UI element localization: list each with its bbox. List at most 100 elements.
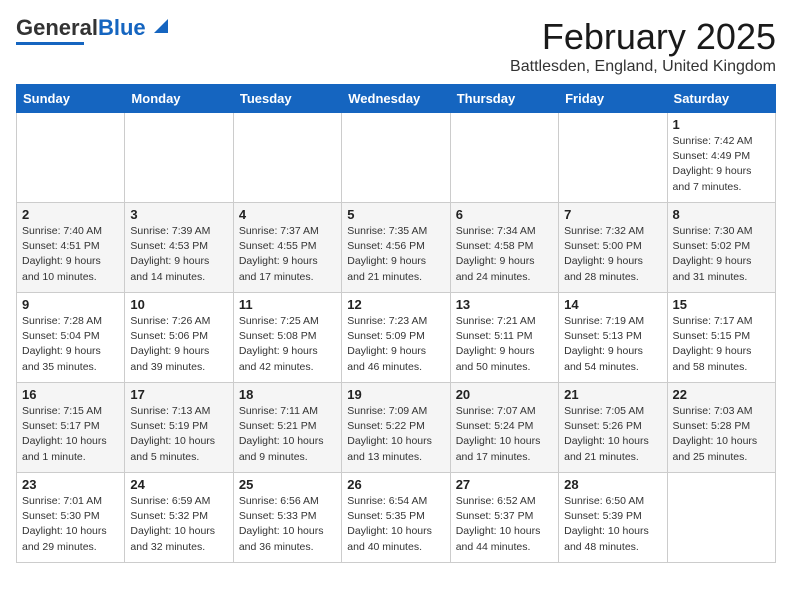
page-header: GeneralBlue February 2025 Battlesden, En…: [16, 16, 776, 76]
calendar-cell: 15 Sunrise: 7:17 AM Sunset: 5:15 PM Dayli…: [667, 293, 775, 383]
day-number: 8: [673, 207, 770, 222]
calendar-cell: 28Sunrise: 6:50 AM Sunset: 5:39 PM Dayli…: [559, 473, 667, 563]
day-number: 5: [347, 207, 444, 222]
weekday-header-friday: Friday: [559, 85, 667, 113]
day-info: Sunrise: 6:59 AM Sunset: 5:32 PM Dayligh…: [130, 494, 227, 555]
weekday-header-wednesday: Wednesday: [342, 85, 450, 113]
calendar-cell: [125, 113, 233, 203]
day-info: Sunrise: 7:13 AM Sunset: 5:19 PM Dayligh…: [130, 404, 227, 465]
day-info: Sunrise: 7:34 AM Sunset: 4:58 PM Dayligh…: [456, 224, 553, 285]
day-number: 2: [22, 207, 119, 222]
calendar-cell: 21 Sunrise: 7:05 AM Sunset: 5:26 PM Dayli…: [559, 383, 667, 473]
calendar-week-1: 1Sunrise: 7:42 AM Sunset: 4:49 PM Daylig…: [17, 113, 776, 203]
day-info: Sunrise: 6:54 AM Sunset: 5:35 PM Dayligh…: [347, 494, 444, 555]
day-number: 9: [22, 297, 119, 312]
day-info: Sunrise: 7:37 AM Sunset: 4:55 PM Dayligh…: [239, 224, 336, 285]
calendar-cell: [450, 113, 558, 203]
day-info: Sunrise: 7:30 AM Sunset: 5:02 PM Dayligh…: [673, 224, 770, 285]
day-info: Sunrise: 7:15 AM Sunset: 5:17 PM Dayligh…: [22, 404, 119, 465]
day-number: 15: [673, 297, 770, 312]
day-info: Sunrise: 7:40 AM Sunset: 4:51 PM Dayligh…: [22, 224, 119, 285]
calendar-cell: [342, 113, 450, 203]
day-info: Sunrise: 7:05 AM Sunset: 5:26 PM Dayligh…: [564, 404, 661, 465]
calendar-week-3: 9 Sunrise: 7:28 AM Sunset: 5:04 PM Daylig…: [17, 293, 776, 383]
day-number: 18: [239, 387, 336, 402]
calendar-cell: 18 Sunrise: 7:11 AM Sunset: 5:21 PM Dayli…: [233, 383, 341, 473]
day-info: Sunrise: 7:32 AM Sunset: 5:00 PM Dayligh…: [564, 224, 661, 285]
day-number: 4: [239, 207, 336, 222]
day-info: Sunrise: 7:03 AM Sunset: 5:28 PM Dayligh…: [673, 404, 770, 465]
calendar-cell: 9 Sunrise: 7:28 AM Sunset: 5:04 PM Daylig…: [17, 293, 125, 383]
day-number: 14: [564, 297, 661, 312]
day-info: Sunrise: 6:56 AM Sunset: 5:33 PM Dayligh…: [239, 494, 336, 555]
day-info: Sunrise: 7:28 AM Sunset: 5:04 PM Dayligh…: [22, 314, 119, 375]
calendar-cell: 11 Sunrise: 7:25 AM Sunset: 5:08 PM Dayli…: [233, 293, 341, 383]
calendar-cell: 1Sunrise: 7:42 AM Sunset: 4:49 PM Daylig…: [667, 113, 775, 203]
day-number: 25: [239, 477, 336, 492]
weekday-header-tuesday: Tuesday: [233, 85, 341, 113]
calendar-table: SundayMondayTuesdayWednesdayThursdayFrid…: [16, 84, 776, 563]
day-number: 3: [130, 207, 227, 222]
day-number: 11: [239, 297, 336, 312]
calendar-cell: 14 Sunrise: 7:19 AM Sunset: 5:13 PM Dayli…: [559, 293, 667, 383]
calendar-week-4: 16Sunrise: 7:15 AM Sunset: 5:17 PM Dayli…: [17, 383, 776, 473]
day-info: Sunrise: 7:21 AM Sunset: 5:11 PM Dayligh…: [456, 314, 553, 375]
day-number: 24: [130, 477, 227, 492]
day-number: 19: [347, 387, 444, 402]
day-info: Sunrise: 7:01 AM Sunset: 5:30 PM Dayligh…: [22, 494, 119, 555]
calendar-cell: [17, 113, 125, 203]
day-info: Sunrise: 7:42 AM Sunset: 4:49 PM Dayligh…: [673, 134, 770, 195]
day-info: Sunrise: 6:50 AM Sunset: 5:39 PM Dayligh…: [564, 494, 661, 555]
calendar-cell: 24 Sunrise: 6:59 AM Sunset: 5:32 PM Dayli…: [125, 473, 233, 563]
day-number: 26: [347, 477, 444, 492]
calendar-cell: 8 Sunrise: 7:30 AM Sunset: 5:02 PM Daylig…: [667, 203, 775, 293]
calendar-cell: 22 Sunrise: 7:03 AM Sunset: 5:28 PM Dayli…: [667, 383, 775, 473]
calendar-cell: 5 Sunrise: 7:35 AM Sunset: 4:56 PM Daylig…: [342, 203, 450, 293]
day-info: Sunrise: 6:52 AM Sunset: 5:37 PM Dayligh…: [456, 494, 553, 555]
calendar-cell: [559, 113, 667, 203]
calendar-cell: 17 Sunrise: 7:13 AM Sunset: 5:19 PM Dayli…: [125, 383, 233, 473]
calendar-cell: 7 Sunrise: 7:32 AM Sunset: 5:00 PM Daylig…: [559, 203, 667, 293]
day-info: Sunrise: 7:19 AM Sunset: 5:13 PM Dayligh…: [564, 314, 661, 375]
day-info: Sunrise: 7:39 AM Sunset: 4:53 PM Dayligh…: [130, 224, 227, 285]
title-area: February 2025 Battlesden, England, Unite…: [510, 16, 776, 76]
calendar-cell: 10Sunrise: 7:26 AM Sunset: 5:06 PM Dayli…: [125, 293, 233, 383]
day-number: 23: [22, 477, 119, 492]
weekday-header-monday: Monday: [125, 85, 233, 113]
calendar-header-row: SundayMondayTuesdayWednesdayThursdayFrid…: [17, 85, 776, 113]
logo: GeneralBlue: [16, 16, 168, 45]
day-number: 21: [564, 387, 661, 402]
weekday-header-sunday: Sunday: [17, 85, 125, 113]
calendar-week-2: 2 Sunrise: 7:40 AM Sunset: 4:51 PM Daylig…: [17, 203, 776, 293]
calendar-cell: 26 Sunrise: 6:54 AM Sunset: 5:35 PM Dayli…: [342, 473, 450, 563]
logo-underline: [16, 42, 84, 45]
calendar-cell: 27 Sunrise: 6:52 AM Sunset: 5:37 PM Dayli…: [450, 473, 558, 563]
day-info: Sunrise: 7:23 AM Sunset: 5:09 PM Dayligh…: [347, 314, 444, 375]
calendar-cell: 3 Sunrise: 7:39 AM Sunset: 4:53 PM Daylig…: [125, 203, 233, 293]
day-info: Sunrise: 7:35 AM Sunset: 4:56 PM Dayligh…: [347, 224, 444, 285]
day-info: Sunrise: 7:11 AM Sunset: 5:21 PM Dayligh…: [239, 404, 336, 465]
calendar-cell: [667, 473, 775, 563]
day-number: 20: [456, 387, 553, 402]
calendar-cell: 25 Sunrise: 6:56 AM Sunset: 5:33 PM Dayli…: [233, 473, 341, 563]
location-title: Battlesden, England, United Kingdom: [510, 58, 776, 76]
day-number: 17: [130, 387, 227, 402]
calendar-cell: 16Sunrise: 7:15 AM Sunset: 5:17 PM Dayli…: [17, 383, 125, 473]
day-number: 10: [130, 297, 227, 312]
weekday-header-thursday: Thursday: [450, 85, 558, 113]
day-number: 6: [456, 207, 553, 222]
day-number: 22: [673, 387, 770, 402]
calendar-cell: 20 Sunrise: 7:07 AM Sunset: 5:24 PM Dayli…: [450, 383, 558, 473]
month-title: February 2025: [510, 16, 776, 58]
day-info: Sunrise: 7:17 AM Sunset: 5:15 PM Dayligh…: [673, 314, 770, 375]
calendar-cell: 4 Sunrise: 7:37 AM Sunset: 4:55 PM Daylig…: [233, 203, 341, 293]
day-info: Sunrise: 7:09 AM Sunset: 5:22 PM Dayligh…: [347, 404, 444, 465]
day-info: Sunrise: 7:07 AM Sunset: 5:24 PM Dayligh…: [456, 404, 553, 465]
day-info: Sunrise: 7:25 AM Sunset: 5:08 PM Dayligh…: [239, 314, 336, 375]
calendar-cell: 13Sunrise: 7:21 AM Sunset: 5:11 PM Dayli…: [450, 293, 558, 383]
calendar-cell: 23 Sunrise: 7:01 AM Sunset: 5:30 PM Dayli…: [17, 473, 125, 563]
day-number: 27: [456, 477, 553, 492]
weekday-header-saturday: Saturday: [667, 85, 775, 113]
day-number: 7: [564, 207, 661, 222]
logo-text: GeneralBlue: [16, 16, 146, 40]
